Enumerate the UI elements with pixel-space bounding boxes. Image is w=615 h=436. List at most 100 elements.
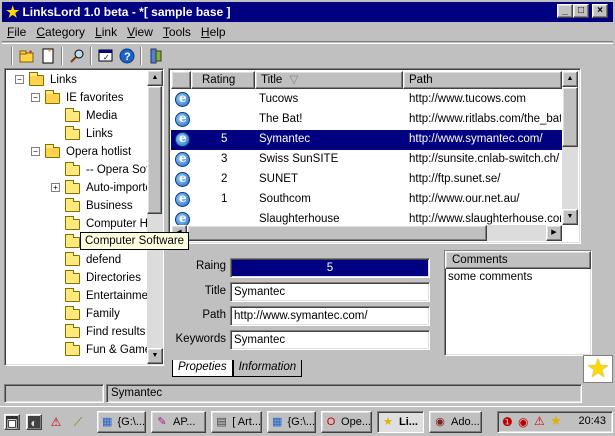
tree-scroll-up-button[interactable]: ▲	[147, 70, 163, 86]
tree-node-label: Opera hotlist	[66, 146, 132, 158]
collapse-icon[interactable]: −	[31, 93, 40, 102]
new-folder-icon[interactable]: *	[16, 46, 37, 66]
tree-node-label: Computer Ha	[86, 218, 155, 230]
folder-icon	[65, 341, 80, 356]
tree-node-label: IE favorites	[66, 92, 124, 104]
app-quicklaunch-icon[interactable]: ◐	[26, 414, 42, 430]
properties-icon[interactable]: ✓	[95, 46, 116, 66]
tree-node-label: Fun & Game:	[86, 344, 155, 356]
table-row[interactable]: 2 SUNET http://ftp.sunet.se/	[171, 170, 562, 190]
tree-node[interactable]: defend	[65, 251, 121, 269]
menu-view[interactable]: View	[122, 25, 158, 39]
tab-information[interactable]: Information	[232, 360, 303, 377]
column-header-title[interactable]: Title ▽	[255, 71, 403, 89]
tree-node[interactable]: Directories	[65, 269, 141, 287]
title-bar[interactable]: ★ LinksLord 1.0 beta - *[ sample base ] …	[2, 2, 613, 22]
menu-category[interactable]: Category	[31, 25, 90, 39]
tree-node[interactable]: Family	[65, 305, 120, 323]
category-tree[interactable]: − Links − IE favorites Media Links − Opera hotl…	[4, 68, 164, 366]
list-scroll-thumb[interactable]	[562, 87, 578, 147]
list-scroll-right-button[interactable]: ▶	[546, 225, 562, 241]
internet-shortcut-icon	[175, 191, 190, 207]
star-icon[interactable]: ★	[583, 355, 613, 383]
tree-scrollbar[interactable]: ▲ ▼	[147, 70, 163, 364]
cell-path: http://sunsite.cnlab-switch.ch/	[409, 153, 560, 165]
tray-star-icon[interactable]: ★	[550, 413, 562, 429]
menu-bar: File Category Link View Tools Help	[2, 23, 613, 42]
taskbar-button[interactable]: ✎ AP...	[151, 411, 206, 433]
maximize-button[interactable]: □	[573, 4, 589, 18]
tree-scroll-down-button[interactable]: ▼	[147, 348, 163, 364]
table-row[interactable]: 1 Southcom http://www.our.net.au/	[171, 190, 562, 210]
warning-icon[interactable]: ⚠	[48, 414, 64, 430]
folder-icon	[65, 323, 80, 338]
pen-tool-icon[interactable]: ⟋	[70, 414, 86, 430]
menu-file[interactable]: File	[2, 25, 31, 39]
list-hscroll-thumb[interactable]	[187, 225, 487, 241]
tree-node[interactable]: Opera hotlist	[45, 143, 131, 161]
taskbar-button[interactable]: ▦ {G:\...	[97, 411, 146, 433]
tree-scroll-thumb[interactable]	[147, 86, 162, 214]
record-icon[interactable]: ◉	[518, 415, 528, 429]
tree-node[interactable]: Links	[65, 125, 113, 143]
tree-node[interactable]: Media	[65, 107, 117, 125]
minimize-button[interactable]: _	[557, 4, 573, 18]
console-icon[interactable]: ▣	[4, 414, 20, 430]
tree-node[interactable]: IE favorites	[45, 89, 124, 107]
taskbar-button[interactable]: ▦ {G:\...	[267, 411, 316, 433]
folder-icon	[65, 107, 80, 122]
pen-icon: ✎	[157, 416, 167, 428]
tree-node[interactable]: Entertainmer	[65, 287, 152, 305]
tree-node[interactable]: Computer Ha	[65, 215, 154, 233]
taskbar-button[interactable]: ▤ [ Art...	[211, 411, 262, 433]
plugin-icon[interactable]	[145, 46, 166, 66]
menu-tools[interactable]: Tools	[158, 25, 196, 39]
table-row[interactable]: 3 Swiss SunSITE http://sunsite.cnlab-switc…	[171, 150, 562, 170]
table-row[interactable]: 5 Symantec http://www.symantec.com/	[171, 130, 562, 150]
list-scroll-down-button[interactable]: ▼	[562, 209, 578, 225]
find-icon[interactable]	[66, 46, 87, 66]
tree-node[interactable]: Find results	[65, 323, 145, 341]
tray-warning-icon[interactable]: ⚠	[534, 414, 545, 428]
comments-panel[interactable]: Comments some comments	[444, 250, 592, 356]
eye-icon: ◉	[435, 416, 445, 428]
tab-properties[interactable]: Propeties	[172, 360, 233, 377]
title-field[interactable]: Symantec	[230, 282, 430, 302]
tree-node[interactable]: Auto-importe	[65, 179, 152, 197]
links-list[interactable]: Rating Title ▽ Path Tucows http://www.tuc…	[168, 68, 581, 244]
new-document-icon[interactable]: *	[37, 46, 58, 66]
comments-text[interactable]: some comments	[445, 269, 591, 285]
column-header-icon[interactable]	[171, 71, 191, 89]
help-icon[interactable]: ?	[116, 46, 137, 66]
close-button[interactable]: ×	[592, 4, 608, 18]
tree-node[interactable]: Fun & Game:	[65, 341, 154, 359]
column-header-path[interactable]: Path	[403, 71, 562, 89]
tree-node[interactable]: Business	[65, 197, 133, 215]
tooltip: Computer Software	[80, 232, 190, 250]
path-field[interactable]: http://www.symantec.com/	[230, 306, 430, 326]
cell-title: Southcom	[259, 193, 311, 205]
expand-icon[interactable]: +	[51, 183, 60, 192]
tree-node-label: Business	[86, 200, 133, 212]
taskbar-button[interactable]: O Ope...	[321, 411, 372, 433]
folder-icon	[65, 251, 80, 266]
menu-link[interactable]: Link	[90, 25, 122, 39]
list-hscrollbar[interactable]: ◀ ▶	[171, 225, 562, 241]
taskbar: ▣ ◐ ⚠ ⟋ ▦ {G:\... ✎ AP... ▤ [ Art... ▦ {G:\... O…	[0, 406, 615, 436]
table-row[interactable]: The Bat! http://www.ritlabs.com/the_bat/i…	[171, 110, 562, 130]
tree-node[interactable]: -- Opera Soft	[65, 161, 152, 179]
menu-help[interactable]: Help	[196, 25, 231, 39]
tree-node[interactable]: Links	[29, 71, 77, 89]
taskbar-button[interactable]: ◉ Ado...	[429, 411, 482, 433]
collapse-icon[interactable]: −	[31, 147, 40, 156]
keywords-field[interactable]: Symantec	[230, 330, 430, 350]
rating-field[interactable]: 5	[230, 258, 430, 278]
list-scroll-up-button[interactable]: ▲	[562, 71, 578, 87]
column-header-rating[interactable]: Rating	[191, 71, 255, 89]
taskbar-button[interactable]: ★ Li...	[377, 411, 424, 433]
table-row[interactable]: Tucows http://www.tucows.com	[171, 90, 562, 110]
antivirus-icon[interactable]: ❶	[502, 415, 513, 429]
toolbar-separator	[140, 46, 142, 65]
collapse-icon[interactable]: −	[15, 75, 24, 84]
list-scrollbar[interactable]: ▲ ▼	[562, 71, 578, 225]
